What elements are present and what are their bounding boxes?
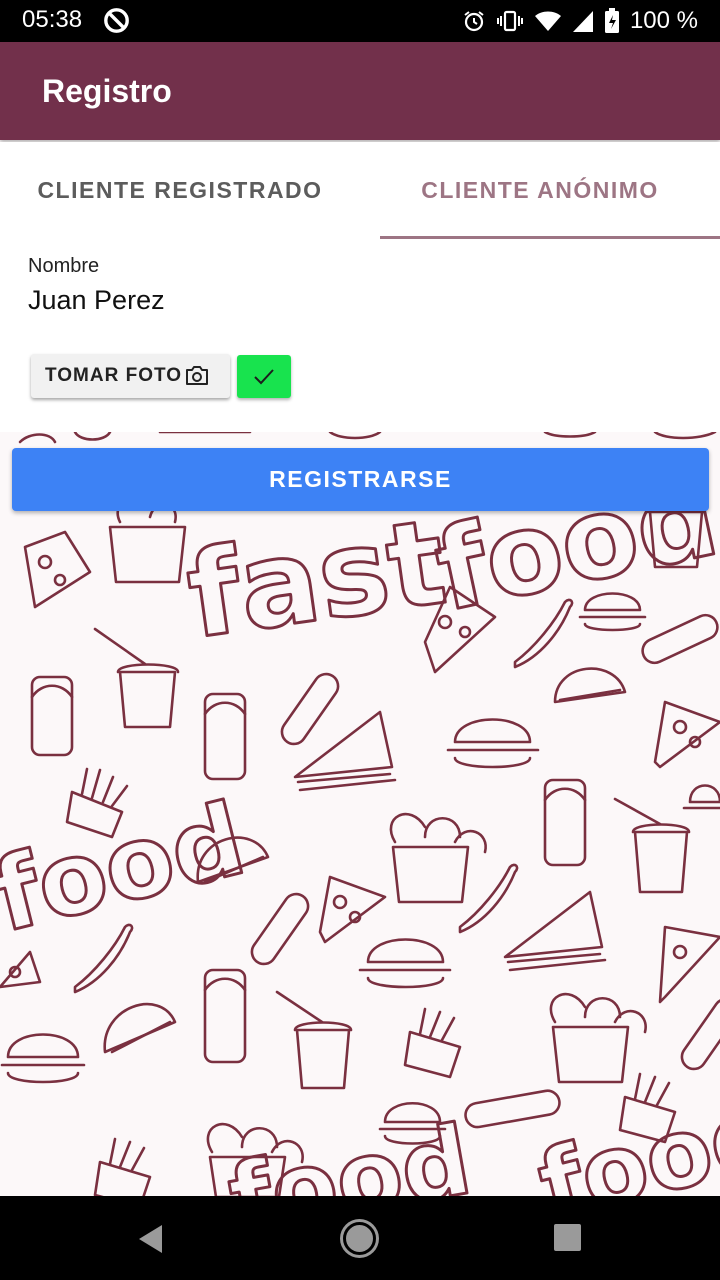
check-icon bbox=[254, 368, 274, 384]
chicken-icon bbox=[108, 498, 187, 584]
photo-confirm-button[interactable] bbox=[237, 355, 291, 398]
food-pattern-background: fast food food food food bbox=[0, 432, 720, 1196]
chili-icon bbox=[458, 863, 519, 934]
pattern-fragment bbox=[328, 432, 382, 440]
burger-icon bbox=[446, 718, 540, 769]
sandwich-icon bbox=[293, 710, 397, 792]
pizza-icon bbox=[658, 925, 720, 1004]
pizza-icon bbox=[318, 875, 387, 944]
fries-icon bbox=[93, 1137, 152, 1196]
burrito-icon bbox=[543, 778, 587, 867]
tab-cliente-anonimo[interactable]: CLIENTE ANÓNIMO bbox=[360, 142, 720, 239]
tab-cliente-registrado[interactable]: CLIENTE REGISTRADO bbox=[0, 142, 360, 239]
fries-icon bbox=[403, 1007, 462, 1079]
pattern-fragment bbox=[543, 432, 597, 438]
status-bar: 05:38 100 % bbox=[0, 0, 720, 42]
pizza-icon bbox=[653, 700, 720, 769]
at-sign-icon bbox=[104, 8, 129, 33]
burger-icon bbox=[358, 938, 452, 989]
wifi-icon bbox=[534, 11, 561, 31]
signal-icon bbox=[572, 11, 593, 32]
taco-icon bbox=[103, 1003, 177, 1054]
alarm-icon bbox=[464, 11, 484, 32]
drink-icon bbox=[93, 627, 180, 729]
chicken-icon bbox=[389, 812, 487, 904]
hotdog-icon bbox=[680, 997, 720, 1071]
status-time: 05:38 bbox=[22, 6, 83, 33]
hotdog-icon bbox=[280, 672, 340, 746]
burrito-icon bbox=[30, 675, 74, 757]
battery-percentage: 100 % bbox=[629, 7, 698, 34]
form-area: Nombre TOMAR FOTO bbox=[0, 239, 720, 432]
pizza-icon bbox=[0, 950, 42, 989]
status-icons: 100 % bbox=[462, 6, 698, 36]
take-photo-label: TOMAR FOTO bbox=[45, 365, 183, 386]
chicken-icon bbox=[549, 992, 647, 1084]
name-field[interactable] bbox=[28, 285, 688, 316]
burger-icon bbox=[682, 784, 720, 810]
pizza-icon bbox=[23, 530, 92, 609]
sandwich-icon bbox=[503, 890, 607, 972]
hotdog-icon bbox=[641, 613, 719, 665]
pattern-word-fast: fast bbox=[179, 492, 453, 665]
pattern-fragment bbox=[653, 432, 717, 440]
burrito-icon bbox=[203, 968, 247, 1064]
drink-icon bbox=[613, 797, 691, 894]
take-photo-button[interactable]: TOMAR FOTO bbox=[31, 354, 230, 398]
back-icon[interactable] bbox=[138, 1224, 164, 1254]
tab-bar: CLIENTE REGISTRADO CLIENTE ANÓNIMO bbox=[0, 142, 720, 239]
home-icon[interactable] bbox=[343, 1222, 376, 1255]
page-title: Registro bbox=[42, 73, 172, 109]
hotdog-icon bbox=[464, 1089, 561, 1129]
taco-icon bbox=[553, 667, 627, 704]
drink-icon bbox=[275, 990, 353, 1090]
burger-icon bbox=[0, 1033, 86, 1084]
burrito-icon bbox=[203, 692, 247, 781]
battery-icon bbox=[604, 8, 619, 33]
pattern-word-food-left: food bbox=[0, 780, 256, 955]
pattern-fragment bbox=[18, 433, 57, 444]
hotdog-icon bbox=[250, 892, 310, 966]
fast-food-lettering: fast food food food food bbox=[0, 450, 720, 1196]
camera-icon bbox=[186, 366, 209, 385]
register-button[interactable]: REGISTRARSE bbox=[12, 448, 709, 511]
vibrate-icon bbox=[496, 10, 523, 32]
recents-icon[interactable] bbox=[554, 1224, 581, 1251]
name-label: Nombre bbox=[28, 255, 100, 277]
pattern-fragment bbox=[73, 432, 112, 441]
navigation-bar bbox=[0, 1196, 720, 1280]
app-bar: Registro bbox=[0, 42, 720, 140]
